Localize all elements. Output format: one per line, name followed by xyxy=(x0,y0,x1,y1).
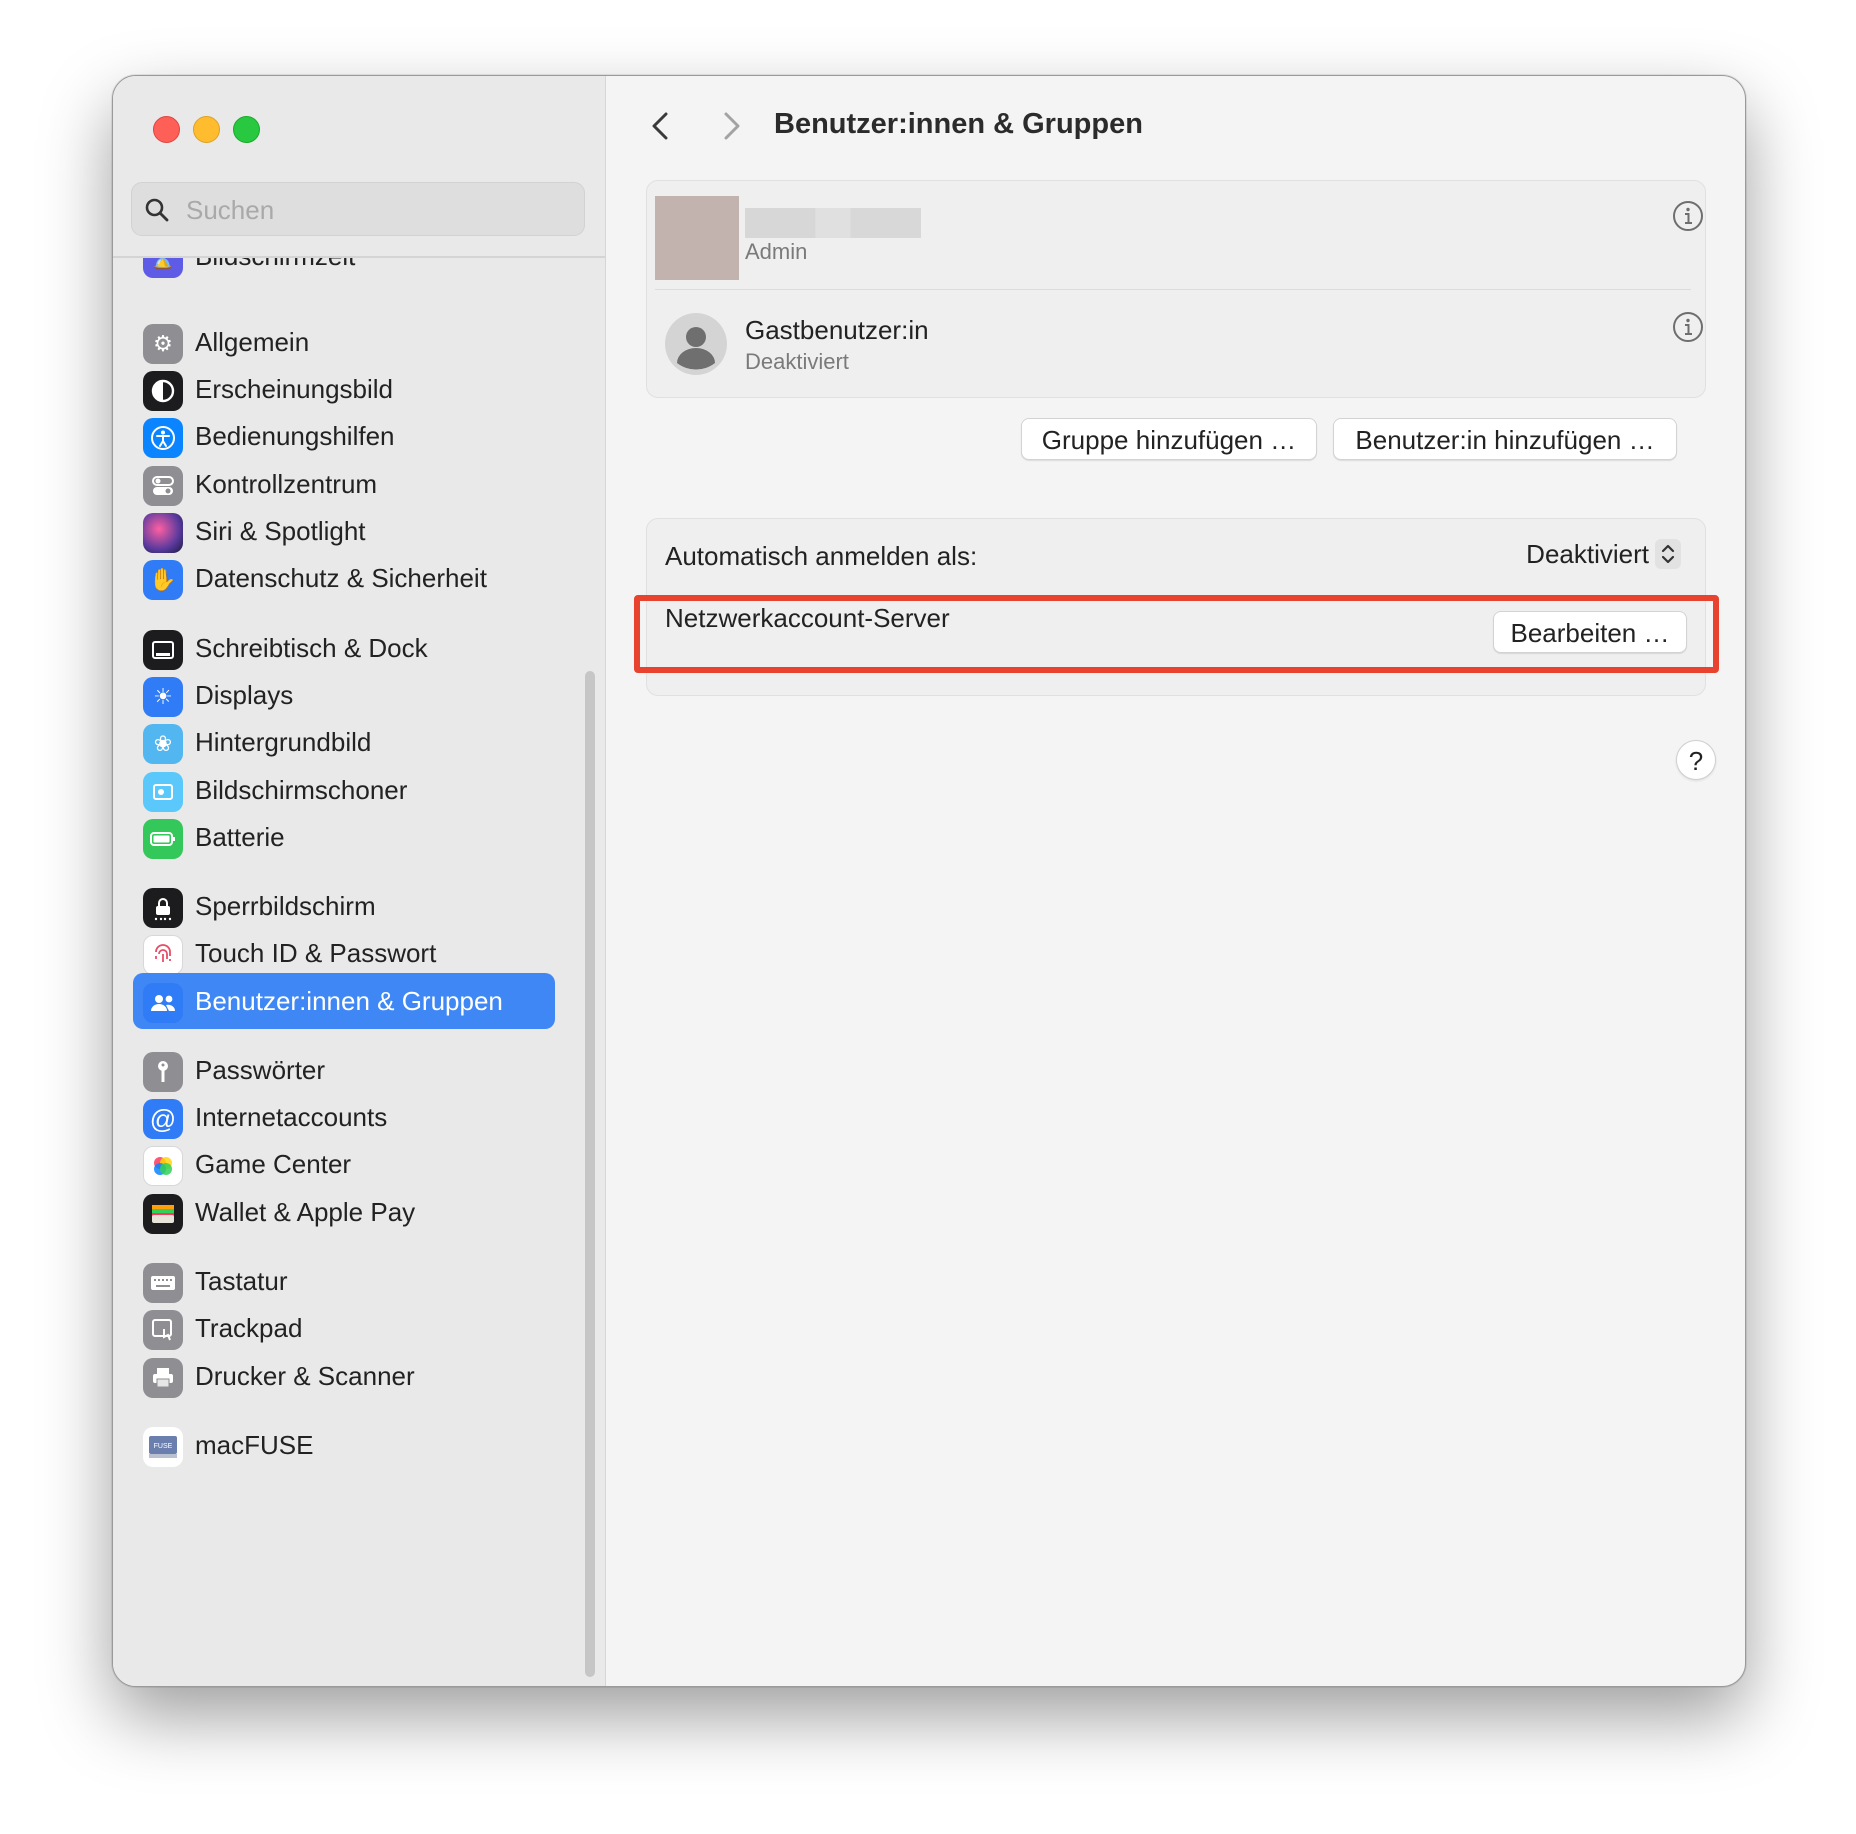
sidebar-item-drucker[interactable]: Drucker & Scanner xyxy=(133,1348,555,1404)
control-center-icon xyxy=(143,466,183,506)
battery-icon xyxy=(143,819,183,859)
sidebar-item-label: Bildschirmzeit xyxy=(195,258,355,272)
macfuse-icon: FUSE xyxy=(143,1427,183,1467)
sidebar-item-label: Bedienungshilfen xyxy=(195,421,395,451)
search-input[interactable]: Suchen xyxy=(131,182,585,236)
guest-name: Gastbenutzer:in xyxy=(745,315,929,345)
sidebar-item-datenschutz[interactable]: ✋ Datenschutz & Sicherheit xyxy=(133,550,555,606)
add-user-button[interactable]: Benutzer:in hinzufügen … xyxy=(1333,418,1677,460)
sidebar-item-label: Hintergrundbild xyxy=(195,727,372,757)
user-divider xyxy=(655,289,1691,290)
sidebar-divider xyxy=(113,256,605,258)
sidebar-item-benutzer-gruppen[interactable]: Benutzer:innen & Gruppen xyxy=(133,973,555,1029)
lock-icon xyxy=(143,888,183,928)
minimize-button[interactable] xyxy=(193,116,220,143)
sidebar-item-label: Touch ID & Passwort xyxy=(195,938,437,968)
dock-icon xyxy=(143,630,183,670)
person-avatar-icon xyxy=(665,313,727,375)
sidebar-scrollbar[interactable] xyxy=(585,671,595,1677)
screensaver-icon xyxy=(143,772,183,812)
admin-role: Admin xyxy=(745,239,808,264)
siri-icon xyxy=(143,513,183,553)
sidebar-item-bildschirmzeit[interactable]: ⌛ Bildschirmzeit xyxy=(133,258,555,284)
accessibility-icon xyxy=(143,418,183,458)
sidebar-item-wallet[interactable]: Wallet & Apple Pay xyxy=(133,1184,555,1240)
sidebar-item-label: Internetaccounts xyxy=(195,1102,388,1132)
sidebar-item-label: Batterie xyxy=(195,822,285,852)
auto-login-popup[interactable]: Deaktiviert xyxy=(1526,539,1649,570)
sidebar-item-label: macFUSE xyxy=(195,1430,314,1460)
trackpad-icon xyxy=(143,1310,183,1350)
popup-chevrons-icon[interactable] xyxy=(1655,539,1681,569)
guest-status: Deaktiviert xyxy=(745,349,849,374)
at-icon: @ xyxy=(143,1099,183,1139)
sidebar-item-label: Allgemein xyxy=(195,327,310,357)
hourglass-icon: ⌛ xyxy=(143,258,183,278)
appearance-icon xyxy=(143,371,183,411)
svg-text:FUSE: FUSE xyxy=(154,1443,173,1450)
sidebar-item-label: Wallet & Apple Pay xyxy=(195,1197,416,1227)
zoom-button[interactable] xyxy=(233,116,260,143)
sidebar-item-label: Erscheinungsbild xyxy=(195,374,394,404)
search-placeholder: Suchen xyxy=(186,195,275,225)
printer-icon xyxy=(143,1358,183,1398)
auto-login-label: Automatisch anmelden als: xyxy=(665,541,978,571)
sidebar-item-label: Benutzer:innen & Gruppen xyxy=(195,986,503,1016)
key-icon xyxy=(143,1052,183,1092)
page-title: Benutzer:innen & Gruppen xyxy=(774,108,1143,140)
sidebar-item-label: Datenschutz & Sicherheit xyxy=(195,563,487,593)
settings-window: Suchen ⌛ Bildschirmzeit ⚙ Allgemein Ersc… xyxy=(112,75,1746,1687)
help-button[interactable]: ? xyxy=(1676,740,1716,780)
sidebar-item-label: Tastatur xyxy=(195,1266,288,1296)
sidebar-item-label: Displays xyxy=(195,680,294,710)
sidebar-list: ⌛ Bildschirmzeit ⚙ Allgemein Erscheinung… xyxy=(113,258,605,1678)
sidebar-item-macfuse[interactable]: FUSE macFUSE xyxy=(133,1417,555,1473)
game-center-icon xyxy=(143,1146,183,1186)
back-chevron-icon[interactable] xyxy=(646,106,676,146)
info-icon[interactable] xyxy=(1672,311,1704,343)
sidebar-item-label: Trackpad xyxy=(195,1313,303,1343)
search-icon xyxy=(145,198,169,222)
sidebar: Suchen ⌛ Bildschirmzeit ⚙ Allgemein Ersc… xyxy=(113,76,606,1686)
admin-avatar xyxy=(655,196,739,280)
users-icon xyxy=(143,983,183,1023)
gear-icon: ⚙ xyxy=(143,324,183,364)
forward-chevron-icon[interactable] xyxy=(716,106,746,146)
sidebar-item-label: Schreibtisch & Dock xyxy=(195,633,428,663)
wallet-icon xyxy=(143,1194,183,1234)
close-button[interactable] xyxy=(153,116,180,143)
fingerprint-icon xyxy=(143,935,183,975)
sidebar-item-label: Siri & Spotlight xyxy=(195,516,366,546)
add-group-button[interactable]: Gruppe hinzufügen … xyxy=(1021,418,1317,460)
sidebar-item-label: Game Center xyxy=(195,1149,352,1179)
sidebar-item-label: Passwörter xyxy=(195,1055,326,1085)
sidebar-item-label: Drucker & Scanner xyxy=(195,1361,415,1391)
main-panel: Benutzer:innen & Gruppen Admin Gastbenut… xyxy=(606,76,1745,1686)
info-icon[interactable] xyxy=(1672,200,1704,232)
hand-icon: ✋ xyxy=(143,560,183,600)
users-card: Admin Gastbenutzer:in Deaktiviert xyxy=(646,180,1706,398)
sidebar-item-label: Sperrbildschirm xyxy=(195,891,376,921)
highlight-box xyxy=(634,595,1719,673)
sidebar-item-label: Kontrollzentrum xyxy=(195,469,378,499)
admin-name xyxy=(745,208,921,238)
sidebar-item-label: Bildschirmschoner xyxy=(195,775,408,805)
sun-icon: ☀ xyxy=(143,677,183,717)
keyboard-icon xyxy=(143,1263,183,1303)
flower-icon: ❀ xyxy=(143,724,183,764)
sidebar-item-batterie[interactable]: Batterie xyxy=(133,809,555,865)
